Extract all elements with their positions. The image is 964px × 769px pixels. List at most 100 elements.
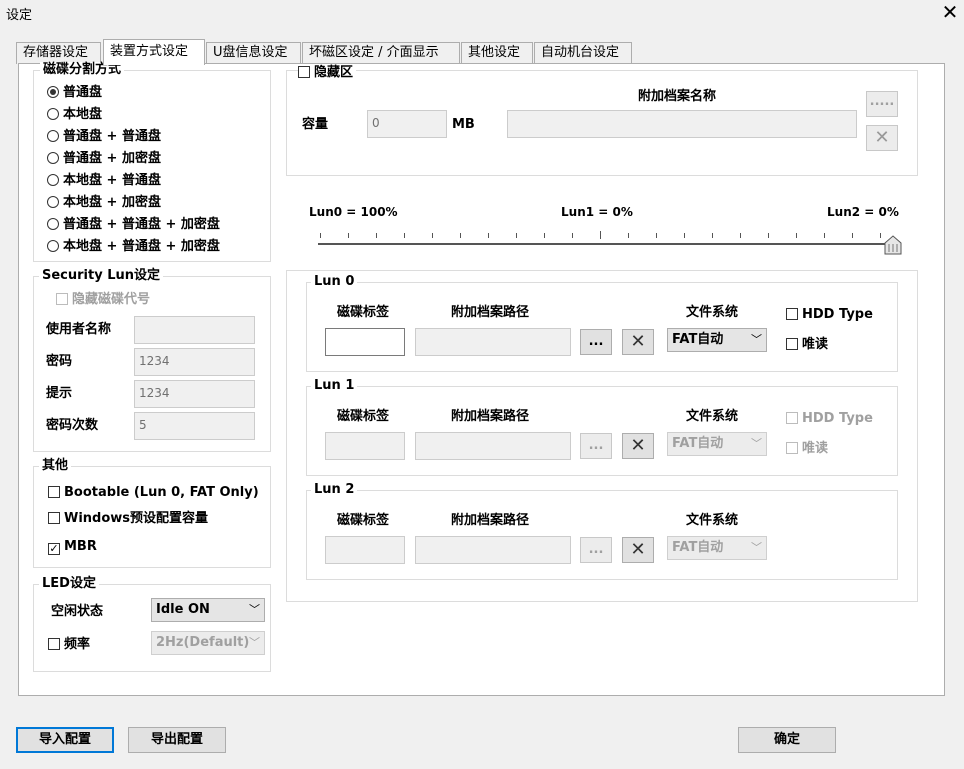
lun2-label-header: 磁碟标签	[337, 513, 390, 528]
slider-tick	[768, 233, 769, 238]
slider-tick	[376, 233, 377, 238]
partition-option[interactable]: 本地盘 + 普通盘 + 加密盘	[47, 239, 220, 255]
lun1-percent: Lun1 = 0%	[561, 205, 633, 219]
lun0-browse-button[interactable]: ...	[580, 329, 612, 355]
radio-button[interactable]	[47, 218, 59, 230]
bootable-checkbox[interactable]: Bootable (Lun 0, FAT Only)	[48, 485, 259, 501]
hint-label: 提示	[46, 386, 73, 401]
partition-option[interactable]: 本地盘	[47, 107, 102, 123]
partition-option[interactable]: 本地盘 + 普通盘	[47, 173, 161, 189]
frequency-value: 2Hz(Default)	[156, 635, 250, 650]
tab-other[interactable]: 其他设定	[461, 42, 533, 64]
partition-option[interactable]: 普通盘	[47, 85, 102, 101]
slider-tick	[656, 233, 657, 238]
browse-attach-button[interactable]: .....	[866, 91, 898, 117]
lun1-readonly-checkbox[interactable]: 唯读	[786, 441, 828, 457]
chevron-down-icon: ﹀	[751, 333, 762, 346]
radio-button[interactable]	[47, 130, 59, 142]
tab-device-mode[interactable]: 装置方式设定	[103, 39, 205, 65]
radio-button[interactable]	[47, 174, 59, 186]
radio-button[interactable]	[47, 152, 59, 164]
slider-tick	[348, 233, 349, 238]
clear-attach-icon[interactable]: ✕	[866, 125, 898, 151]
lun1-hdd-type-label: HDD Type	[802, 411, 873, 426]
lun0-label-field[interactable]	[325, 328, 405, 356]
lun1-fs-value: FAT自动	[672, 436, 724, 451]
lun2-percent: Lun2 = 0%	[827, 205, 899, 219]
lun2-label-field[interactable]	[325, 536, 405, 564]
tab-bad-sector[interactable]: 坏磁区设定 / 介面显示	[302, 42, 460, 64]
frequency-select[interactable]: 2Hz(Default) ﹀	[151, 631, 265, 655]
radio-button[interactable]	[47, 240, 59, 252]
lun2-fs-select[interactable]: FAT自动 ﹀	[667, 536, 767, 560]
username-field[interactable]	[134, 316, 255, 344]
lun2-clear-icon[interactable]: ✕	[622, 537, 654, 563]
radio-button[interactable]	[47, 86, 59, 98]
idle-state-select[interactable]: Idle ON ﹀	[151, 598, 265, 622]
idle-state-label: 空闲状态	[51, 604, 104, 619]
lun0-title: Lun 0	[311, 274, 358, 290]
hide-drive-code-checkbox[interactable]: 隐藏磁碟代号	[56, 292, 150, 308]
lun0-clear-icon[interactable]: ✕	[622, 329, 654, 355]
tab-udisk-info[interactable]: U盘信息设定	[206, 42, 301, 64]
lun2-browse-button[interactable]: ...	[580, 537, 612, 563]
slider-tick	[544, 233, 545, 238]
lun0-readonly-checkbox[interactable]: 唯读	[786, 337, 828, 353]
lun-slider-track[interactable]	[318, 243, 898, 245]
capacity-field[interactable]: 0	[367, 110, 447, 138]
lun1-hdd-type-checkbox[interactable]: HDD Type	[786, 411, 873, 427]
frequency-checkbox[interactable]: 频率	[48, 637, 90, 653]
partition-option[interactable]: 普通盘 + 普通盘 + 加密盘	[47, 217, 220, 233]
import-config-button[interactable]: 导入配置	[16, 727, 114, 753]
lun1-path-header: 附加档案路径	[451, 409, 530, 424]
password-field[interactable]: 1234	[134, 348, 255, 376]
ok-button[interactable]: 确定	[738, 727, 836, 753]
hide-drive-code-label: 隐藏磁碟代号	[72, 292, 151, 307]
lun0-hdd-type-checkbox[interactable]: HDD Type	[786, 307, 873, 323]
partition-option[interactable]: 普通盘 + 普通盘	[47, 129, 161, 145]
password-tries-field[interactable]: 5	[134, 412, 255, 440]
lun2-path-header: 附加档案路径	[451, 513, 530, 528]
security-title: Security Lun设定	[39, 268, 164, 284]
radio-button[interactable]	[47, 196, 59, 208]
lun0-fs-select[interactable]: FAT自动 ﹀	[667, 328, 767, 352]
lun1-label-field[interactable]	[325, 432, 405, 460]
lun1-fs-select[interactable]: FAT自动 ﹀	[667, 432, 767, 456]
hidden-area-checkbox[interactable]: 隐藏区	[298, 65, 357, 81]
windows-default-capacity-checkbox[interactable]: Windows预设配置容量	[48, 511, 208, 527]
slider-tick	[824, 233, 825, 238]
chevron-down-icon: ﹀	[249, 636, 260, 649]
tab-storage[interactable]: 存储器设定	[16, 42, 101, 64]
lun0-path-field[interactable]	[415, 328, 571, 356]
lun-slider-thumb[interactable]	[884, 235, 902, 255]
close-icon[interactable]: ✕	[940, 2, 960, 24]
hint-field[interactable]: 1234	[134, 380, 255, 408]
username-label: 使用者名称	[46, 322, 112, 337]
lun1-browse-button[interactable]: ...	[580, 433, 612, 459]
partition-option-label: 普通盘	[63, 85, 103, 100]
window-title: 设定	[6, 8, 33, 23]
partition-option[interactable]: 普通盘 + 加密盘	[47, 151, 161, 167]
partition-option[interactable]: 本地盘 + 加密盘	[47, 195, 161, 211]
partition-option-label: 本地盘 + 普通盘	[63, 173, 161, 188]
lun0-fs-header: 文件系统	[686, 305, 739, 320]
mbr-checkbox[interactable]: ✓ MBR	[48, 539, 97, 555]
lun2-path-field[interactable]	[415, 536, 571, 564]
partition-option-label: 本地盘 + 普通盘 + 加密盘	[63, 239, 220, 254]
idle-state-value: Idle ON	[156, 602, 210, 617]
chevron-down-icon: ﹀	[751, 437, 762, 450]
capacity-label: 容量	[302, 117, 329, 132]
lun2-group	[306, 490, 898, 580]
lun0-group	[306, 282, 898, 372]
lun1-group	[306, 386, 898, 476]
slider-tick	[852, 233, 853, 238]
slider-tick	[880, 233, 881, 238]
lun1-clear-icon[interactable]: ✕	[622, 433, 654, 459]
lun1-path-field[interactable]	[415, 432, 571, 460]
frequency-label: 频率	[64, 637, 91, 652]
radio-button[interactable]	[47, 108, 59, 120]
export-config-button[interactable]: 导出配置	[128, 727, 226, 753]
tab-auto-machine[interactable]: 自动机台设定	[534, 42, 632, 64]
other-title: 其他	[39, 458, 72, 474]
attach-name-field[interactable]	[507, 110, 857, 138]
